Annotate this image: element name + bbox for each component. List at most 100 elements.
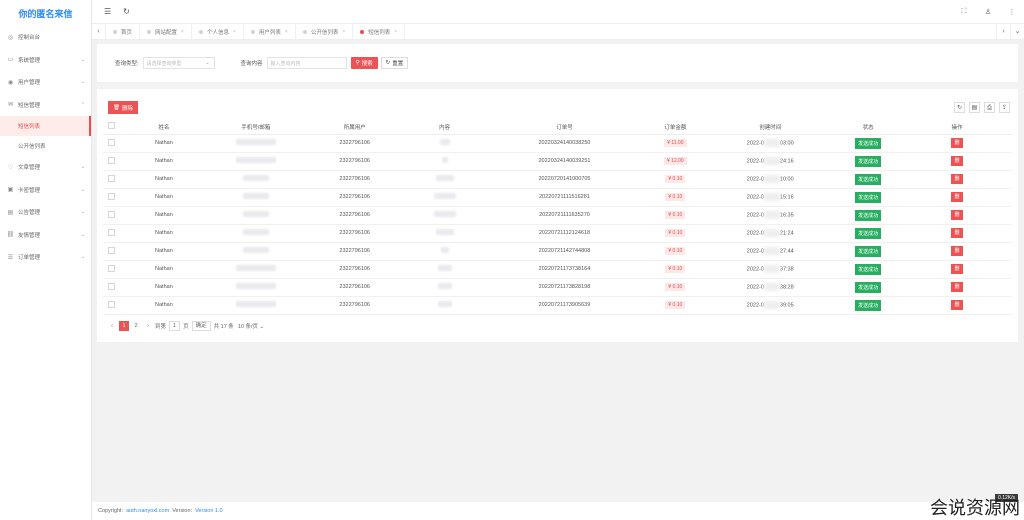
cell-contact xyxy=(206,188,305,207)
row-select-cell xyxy=(103,278,121,297)
redacted-content xyxy=(433,211,456,217)
table-row[interactable]: Nathan 2322796106 20220721173828198 ¥ 0.10 2… xyxy=(103,278,1012,297)
table-row[interactable]: Nathan 2322796106 20220721111516281 ¥ 0.10 2… xyxy=(103,188,1012,207)
delete-row-button[interactable]: 删 xyxy=(951,228,964,238)
close-icon[interactable]: × xyxy=(394,29,397,35)
row-checkbox[interactable] xyxy=(108,138,116,146)
fullscreen-icon[interactable]: ⛶ xyxy=(952,8,976,16)
delete-row-button[interactable]: 删 xyxy=(951,210,964,220)
table-row[interactable]: Nathan 2322796106 20220721173738164 ¥ 0.10 2… xyxy=(103,260,1012,279)
row-checkbox[interactable] xyxy=(108,300,116,308)
table-row[interactable]: Nathan 2322796106 20220720141000705 ¥ 0.10 2… xyxy=(103,170,1012,189)
tab-scroll-left-icon[interactable]: ‹ xyxy=(92,23,106,40)
amount-badge: ¥ 0.10 xyxy=(665,283,686,291)
tab[interactable]: 网站配置 × xyxy=(140,23,192,40)
row-checkbox[interactable] xyxy=(108,210,116,218)
prev-page-icon[interactable]: ‹ xyxy=(107,321,117,331)
table-row[interactable]: Nathan 2322796106 20220721112124618 ¥ 0.10 2… xyxy=(103,224,1012,243)
table-row[interactable]: Nathan 2322796106 20220721142744808 ¥ 0.10 2… xyxy=(103,242,1012,261)
close-icon[interactable]: × xyxy=(181,29,184,35)
tab[interactable]: 用户列表 × xyxy=(244,23,296,40)
sidebar-item[interactable]: ♡ 文章管理 ⌄ xyxy=(0,156,91,179)
cell-amount: ¥ 0.10 xyxy=(644,188,707,207)
cell-name: Nathan xyxy=(120,206,207,225)
delete-row-button[interactable]: 删 xyxy=(951,192,964,202)
version-link[interactable]: Version 1.0 xyxy=(195,508,223,514)
cell-content xyxy=(404,170,485,189)
sidebar-item[interactable]: ▭ 系统管理 ⌄ xyxy=(0,49,91,72)
delete-button[interactable]: 🗑 删除 xyxy=(108,101,138,114)
page-number[interactable]: 1 xyxy=(119,321,129,331)
row-checkbox[interactable] xyxy=(108,246,116,254)
page-number[interactable]: 2 xyxy=(131,321,141,331)
cell-actions: 删 xyxy=(902,152,1012,171)
query-type-select[interactable]: 请选择查询类型 ⌄ xyxy=(142,57,215,69)
next-page-icon[interactable]: › xyxy=(143,321,153,331)
row-checkbox[interactable] xyxy=(108,174,116,182)
app-logo[interactable]: 你的匿名来信 xyxy=(0,0,91,26)
more-icon[interactable]: ⋮ xyxy=(1000,8,1024,16)
sidebar-item[interactable]: ☰ 订单管理 ⌄ xyxy=(0,246,91,269)
sidebar-subitem[interactable]: 公开信列表 xyxy=(0,136,91,156)
sidebar-item[interactable]: ▣ 卡密管理 ⌄ xyxy=(0,179,91,202)
close-icon[interactable]: × xyxy=(233,29,236,35)
cell-name: Nathan xyxy=(120,260,207,279)
tab[interactable]: 个人信息 × xyxy=(192,23,244,40)
goto-confirm-button[interactable]: 确定 xyxy=(191,321,211,331)
tab[interactable]: 公开信列表 × xyxy=(296,23,354,40)
tab-menu-icon[interactable]: ⌄ xyxy=(1010,24,1024,40)
cell-user: 2322796106 xyxy=(304,224,405,243)
row-checkbox[interactable] xyxy=(108,156,116,164)
delete-row-button[interactable]: 删 xyxy=(951,282,964,292)
sidebar-item[interactable]: ◉ 用户管理 ⌄ xyxy=(0,71,91,94)
cell-time: 2022-0 37:38 xyxy=(706,260,835,279)
columns-icon[interactable]: ▤ xyxy=(969,102,980,113)
goto-page-input[interactable]: 1 xyxy=(169,321,181,331)
redacted-time xyxy=(763,265,780,273)
search-button[interactable]: ⚲ 搜索 xyxy=(350,57,378,69)
delete-row-button[interactable]: 删 xyxy=(951,300,964,310)
delete-row-button[interactable]: 删 xyxy=(951,138,964,148)
delete-row-button[interactable]: 删 xyxy=(951,156,964,166)
table-row[interactable]: Nathan 2322796106 20220721173905639 ¥ 0.10 2… xyxy=(103,296,1012,315)
tab-dot-icon xyxy=(302,29,307,34)
export-icon[interactable]: ⇪ xyxy=(999,102,1010,113)
table-row[interactable]: Nathan 2322796106 20220721111635270 ¥ 0.10 2… xyxy=(103,206,1012,225)
refresh-icon[interactable]: ↻ xyxy=(123,7,130,16)
select-all-checkbox[interactable] xyxy=(108,122,116,130)
domain-link[interactable]: auth.nanyoxl.com xyxy=(126,508,169,514)
delete-row-button[interactable]: 删 xyxy=(951,174,964,184)
row-checkbox[interactable] xyxy=(108,192,116,200)
refresh-table-icon[interactable]: ↻ xyxy=(954,102,965,113)
sidebar-item[interactable]: ✉ 短信管理 ⌃ xyxy=(0,94,91,117)
sidebar-item[interactable]: ⛓ 友情管理 ⌄ xyxy=(0,224,91,247)
print-icon[interactable]: ⎙ xyxy=(984,102,995,113)
user-icon[interactable]: ♙ xyxy=(976,8,1000,16)
sidebar-subitem[interactable]: 短信列表 xyxy=(0,116,91,136)
redacted-contact xyxy=(235,157,276,163)
row-checkbox[interactable] xyxy=(108,264,116,272)
menu-toggle-icon[interactable]: ☰ xyxy=(104,7,111,16)
delete-row-button[interactable]: 删 xyxy=(951,246,964,256)
table-row[interactable]: Nathan 2322796106 20220324140038250 ¥ 11.00… xyxy=(103,134,1012,153)
sidebar-item[interactable]: ▤ 公告管理 ⌄ xyxy=(0,201,91,224)
close-icon[interactable]: × xyxy=(285,29,288,35)
column-header: 姓名 xyxy=(120,120,207,135)
tab-scroll-right-icon[interactable]: › xyxy=(996,24,1010,40)
table-row[interactable]: Nathan 2322796106 20220324140039251 ¥ 12.00… xyxy=(103,152,1012,171)
per-page-select[interactable]: 10 条/页 ⌄ xyxy=(238,322,264,330)
redacted-contact xyxy=(242,229,269,235)
delete-row-button[interactable]: 删 xyxy=(951,264,964,274)
redacted-content xyxy=(433,193,456,199)
row-checkbox[interactable] xyxy=(108,228,116,236)
query-content-input[interactable]: 输入查询内容 xyxy=(266,57,347,69)
tab[interactable]: 短信列表 × xyxy=(353,23,406,40)
tab-label: 网站配置 xyxy=(155,29,178,36)
reset-button[interactable]: ↻ 重置 xyxy=(380,57,409,69)
redacted-contact xyxy=(242,175,269,181)
time-suffix: 15:16 xyxy=(779,194,794,201)
row-checkbox[interactable] xyxy=(108,282,116,290)
sidebar-item[interactable]: ◎ 控制台台 xyxy=(0,26,91,49)
close-icon[interactable]: × xyxy=(342,29,345,35)
tab[interactable]: 首页 xyxy=(106,23,141,40)
